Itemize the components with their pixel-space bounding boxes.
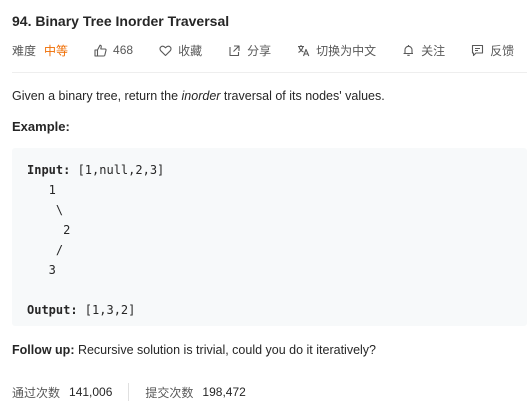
description-emphasis: inorder [181,89,221,103]
share-label: 分享 [247,43,272,58]
feedback-button[interactable]: 反馈 [471,42,514,59]
problem-panel: 94. Binary Tree Inorder Traversal 难度 中等 … [0,0,527,410]
description-before: Given a binary tree, return the [12,89,182,103]
favorite-label: 收藏 [178,43,203,58]
follow-up-text: Recursive solution is trivial, could you… [74,343,377,357]
translate-icon [297,44,310,57]
follow-up-label: Follow up: [12,343,75,357]
feedback-icon [471,44,484,57]
difficulty-value: 中等 [44,43,69,58]
description-after: traversal of its nodes' values. [220,89,385,103]
feedback-label: 反馈 [490,43,515,58]
stats-divider [128,383,130,401]
submissions-value: 198,472 [202,385,246,399]
tree-line: \ [27,203,64,217]
tree-line: 2 [27,223,71,237]
thumbs-up-icon [94,44,107,57]
follow-up-note: Follow up: Recursive solution is trivial… [12,343,376,357]
tree-line: / [27,243,64,257]
accepted-value: 141,006 [69,385,113,399]
tree-line: 3 [27,263,56,277]
problem-title: 94. Binary Tree Inorder Traversal [12,13,230,29]
follow-button[interactable]: 关注 [402,42,445,59]
favorite-button[interactable]: 收藏 [159,42,202,59]
bell-icon [402,44,415,57]
difficulty: 难度 中等 [12,42,68,59]
example-heading: Example: [12,119,70,134]
submissions-label: 提交次数 [145,385,194,400]
problem-description: Given a binary tree, return the inorder … [12,89,385,103]
switch-language-label: 切换为中文 [316,43,377,58]
example-code-block: Input: [1,null,2,3] 1 \ 2 / 3 Output: [1… [12,148,527,326]
meta-divider [12,72,527,73]
follow-label: 关注 [421,43,446,58]
like-button[interactable]: 468 [94,43,133,57]
input-value: [1,null,2,3] [70,163,165,177]
output-value: [1,3,2] [77,303,136,317]
input-label: Input: [27,163,71,177]
difficulty-label: 难度 [12,43,37,58]
tree-line: 1 [27,183,56,197]
switch-language-button[interactable]: 切换为中文 [297,42,376,59]
submission-stats: 通过次数 141,006 提交次数 198,472 [12,383,246,401]
heart-icon [159,44,172,57]
problem-meta-bar: 难度 中等 468 收藏 分享 切换为中文 关注 反馈 [12,41,527,59]
likes-count: 468 [113,43,134,57]
accepted-label: 通过次数 [12,385,61,400]
share-icon [228,44,241,57]
output-label: Output: [27,303,78,317]
share-button[interactable]: 分享 [228,42,271,59]
